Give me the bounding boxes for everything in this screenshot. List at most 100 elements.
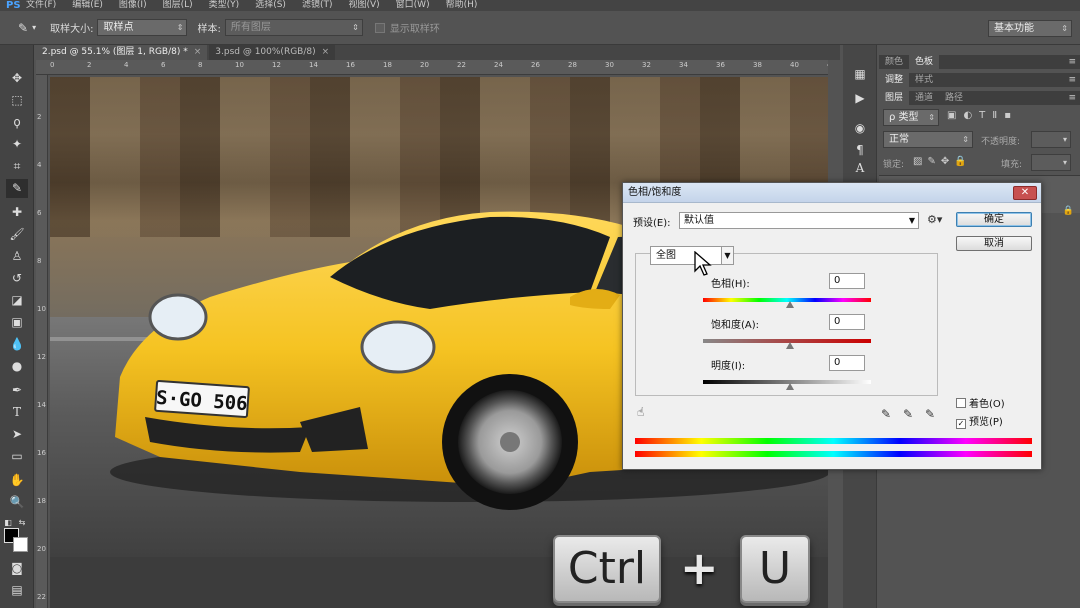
dialog-close-button[interactable]: ✕: [1013, 186, 1037, 200]
path-selection-tool-icon[interactable]: ➤: [6, 425, 28, 444]
cancel-button[interactable]: 取消: [956, 236, 1032, 251]
sample-size-label: 取样大小:: [50, 24, 94, 35]
ruler-h-tick-label: 32: [642, 61, 651, 69]
menu-image[interactable]: 图像(I): [119, 0, 147, 11]
show-ring-checkbox[interactable]: [374, 22, 385, 33]
eyedropper-minus-icon[interactable]: ✎: [925, 407, 935, 421]
hue-slider-thumb[interactable]: [786, 301, 794, 308]
saturation-input[interactable]: 0: [829, 314, 865, 330]
tab-styles[interactable]: 样式: [909, 73, 939, 87]
tab-layers[interactable]: 图层: [879, 91, 910, 105]
panel-menu-icon[interactable]: ≡: [1068, 73, 1076, 87]
tab-channels[interactable]: 通道: [909, 91, 939, 105]
ruler-h-tick-label: 8: [198, 61, 203, 69]
menu-select[interactable]: 选择(S): [255, 0, 286, 11]
chevron-down-icon: ▾: [1062, 135, 1067, 144]
menu-type[interactable]: 类型(Y): [209, 0, 240, 11]
ruler-vertical[interactable]: 2 4 6 8 10 12 14 16 18 20 22: [36, 75, 48, 608]
menu-layer[interactable]: 图层(L): [163, 0, 193, 11]
background-color[interactable]: [13, 537, 28, 552]
history-brush-tool-icon[interactable]: ↺: [6, 269, 28, 288]
adjust-panel-tabs: 调整 样式 ≡: [879, 73, 1080, 87]
close-icon[interactable]: ×: [194, 47, 202, 57]
close-icon[interactable]: ×: [322, 47, 330, 57]
lightness-input[interactable]: 0: [829, 355, 865, 371]
menu-view[interactable]: 视图(V): [348, 0, 379, 11]
menu-window[interactable]: 窗口(W): [396, 0, 430, 11]
layer-kind-filter[interactable]: ρ 类型 ⇕: [883, 109, 939, 126]
tab-paths[interactable]: 路径: [939, 91, 969, 105]
ruler-horizontal[interactable]: 024681012141618202224262830323436384042: [36, 60, 828, 75]
preset-select[interactable]: 默认值 ▼: [679, 212, 919, 229]
fill-input[interactable]: ▾: [1031, 154, 1071, 171]
doc-tab-active[interactable]: 2.psd @ 55.1% (图层 1, RGB/8) * ×: [36, 45, 208, 60]
plus-sign: +: [680, 541, 719, 595]
brush-tool-icon[interactable]: 🖌: [6, 225, 28, 244]
menu-bar: PS 文件(F) 编辑(E) 图像(I) 图层(L) 类型(Y) 选择(S) 滤…: [0, 0, 1080, 11]
shape-tool-icon[interactable]: ▭: [6, 447, 28, 466]
channel-select[interactable]: 全图 ▼: [650, 246, 734, 265]
lasso-tool-icon[interactable]: ϙ: [6, 113, 28, 132]
type-tool-icon[interactable]: T: [6, 403, 28, 422]
ruler-h-tick-label: 42: [827, 61, 828, 69]
gear-icon[interactable]: ⚙▾: [927, 213, 942, 226]
zoom-tool-icon[interactable]: 🔍: [6, 493, 28, 512]
hand-tool-icon[interactable]: ✋: [6, 471, 28, 490]
move-tool-icon[interactable]: ✥: [6, 69, 28, 88]
colorize-checkbox[interactable]: [956, 398, 966, 408]
menu-filter[interactable]: 滤镜(T): [302, 0, 333, 11]
opacity-input[interactable]: ▾: [1031, 131, 1071, 148]
tab-adjustments[interactable]: 调整: [879, 73, 910, 87]
colorize-checkbox-row[interactable]: 着色(O): [956, 395, 1005, 410]
history-panel-icon[interactable]: ▦: [851, 65, 869, 83]
eyedropper-icon[interactable]: ✎: [18, 21, 28, 35]
preview-checkbox[interactable]: ✓: [956, 419, 966, 429]
brush-presets-icon[interactable]: ◉: [851, 119, 869, 137]
panel-menu-icon[interactable]: ≡: [1068, 55, 1076, 69]
doc-tab-label: 3.psd @ 100%(RGB/8): [215, 47, 316, 57]
sample-select[interactable]: 所有图层 ⇕: [224, 19, 363, 36]
eyedropper-tool-icon[interactable]: ✎: [6, 179, 28, 198]
panel-menu-icon[interactable]: ≡: [1068, 91, 1076, 105]
preview-label: 预览(P): [969, 417, 1003, 428]
gradient-tool-icon[interactable]: ▣: [6, 313, 28, 332]
ruler-h-tick-label: 10: [235, 61, 244, 69]
workspace-select[interactable]: 基本功能 ⇕: [988, 20, 1072, 37]
hand-adjust-icon[interactable]: ☝: [637, 405, 644, 419]
hue-input[interactable]: 0: [829, 273, 865, 289]
blur-tool-icon[interactable]: 💧: [6, 335, 28, 354]
preview-checkbox-row[interactable]: ✓ 预览(P): [956, 413, 1003, 429]
bottom-color-spectrum: [635, 451, 1032, 457]
pen-tool-icon[interactable]: ✒: [6, 381, 28, 400]
clone-stamp-tool-icon[interactable]: ♙: [6, 247, 28, 266]
healing-brush-tool-icon[interactable]: ✚: [6, 203, 28, 222]
color-swatches[interactable]: [4, 528, 30, 554]
doc-tab[interactable]: 3.psd @ 100%(RGB/8) ×: [209, 45, 336, 60]
preset-label: 预设(E):: [633, 218, 671, 229]
crop-tool-icon[interactable]: ⌗: [6, 157, 28, 176]
saturation-slider-thumb[interactable]: [786, 342, 794, 349]
ruler-v-tick-label: 2: [37, 113, 42, 121]
eraser-tool-icon[interactable]: ◪: [6, 291, 28, 310]
quick-mask-icon[interactable]: ◙: [6, 559, 28, 578]
blend-mode-select[interactable]: 正常 ⇕: [883, 131, 973, 148]
menu-help[interactable]: 帮助(H): [446, 0, 478, 11]
menu-edit[interactable]: 编辑(E): [72, 0, 103, 11]
tool-preset-chevron-icon[interactable]: ▾: [32, 23, 36, 32]
screen-mode-icon[interactable]: ▤: [6, 581, 28, 600]
eyedropper-icon[interactable]: ✎: [881, 407, 891, 421]
paragraph-icon[interactable]: ¶: [851, 141, 869, 159]
lightness-slider-thumb[interactable]: [786, 383, 794, 390]
marquee-tool-icon[interactable]: ⬚: [6, 91, 28, 110]
actions-play-icon[interactable]: ▶: [851, 89, 869, 107]
character-icon[interactable]: A: [851, 159, 869, 177]
eyedropper-plus-icon[interactable]: ✎: [903, 407, 913, 421]
ruler-h-tick-label: 38: [753, 61, 762, 69]
sample-size-select[interactable]: 取样点 ⇕: [97, 19, 188, 36]
dodge-tool-icon[interactable]: ●: [6, 357, 28, 376]
magic-wand-tool-icon[interactable]: ✦: [6, 135, 28, 154]
tab-color[interactable]: 颜色: [879, 55, 909, 69]
ok-button[interactable]: 确定: [956, 212, 1032, 227]
tab-swatches[interactable]: 色板: [909, 55, 940, 69]
menu-file[interactable]: 文件(F): [26, 0, 56, 11]
